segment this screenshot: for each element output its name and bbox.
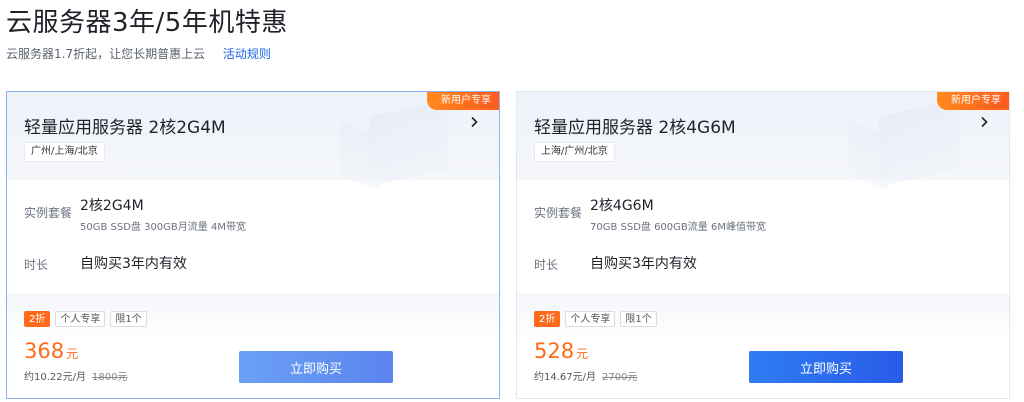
- subtitle-row: 云服务器1.7折起，让您长期普惠上云 活动规则: [6, 45, 271, 63]
- monthly-price: 约10.22元/月: [24, 372, 86, 383]
- rules-link[interactable]: 活动规则: [223, 47, 271, 61]
- chevron-right-icon[interactable]: [467, 115, 481, 129]
- price-amount: 528: [534, 339, 575, 363]
- decorative-illustration: [339, 98, 459, 191]
- spec-value: 2核4G6M: [590, 198, 654, 214]
- spec-value: 2核2G4M: [80, 198, 144, 214]
- price-subline: 约14.67元/月 2700元: [534, 368, 637, 383]
- duration-label: 时长: [24, 258, 49, 272]
- region-tag: 上海/广州/北京: [534, 142, 615, 162]
- subtitle-text: 云服务器1.7折起，让您长期普惠上云: [6, 47, 206, 61]
- product-card-1: 新用户专享 轻量应用服务器 2核2G4M 广州/上海/北京 实例套餐 2核2G4…: [6, 91, 500, 399]
- tag-list: 2折 个人专享 限1个: [24, 311, 147, 327]
- chevron-right-icon[interactable]: [977, 115, 991, 129]
- duration-label: 时长: [534, 258, 559, 272]
- product-name[interactable]: 轻量应用服务器 2核4G6M: [534, 113, 736, 138]
- region-tag: 广州/上海/北京: [24, 142, 105, 162]
- limit-tag: 限1个: [110, 311, 147, 327]
- spec-detail: 50GB SSD盘 300GB月流量 4M带宽: [80, 222, 246, 233]
- buy-button[interactable]: 立即购买: [239, 351, 393, 383]
- price-unit: 元: [576, 347, 589, 361]
- discount-tag: 2折: [24, 311, 51, 327]
- tag-list: 2折 个人专享 限1个: [534, 311, 657, 327]
- new-user-badge: 新用户专享: [937, 92, 1009, 110]
- duration-value: 自购买3年内有效: [80, 256, 187, 272]
- price-subline: 约10.22元/月 1800元: [24, 368, 127, 383]
- price-amount: 368: [24, 339, 65, 363]
- price-unit: 元: [66, 347, 79, 361]
- duration-value: 自购买3年内有效: [590, 256, 697, 272]
- product-name[interactable]: 轻量应用服务器 2核2G4M: [24, 113, 226, 138]
- buy-button[interactable]: 立即购买: [749, 351, 903, 383]
- original-price: 1800元: [92, 372, 128, 383]
- personal-tag: 个人专享: [565, 311, 616, 327]
- price: 528 元: [534, 339, 588, 363]
- page-title: 云服务器3年/5年机特惠: [6, 8, 288, 38]
- spec-label: 实例套餐: [24, 206, 73, 220]
- decorative-illustration: [849, 98, 969, 191]
- original-price: 2700元: [602, 372, 638, 383]
- limit-tag: 限1个: [620, 311, 657, 327]
- monthly-price: 约14.67元/月: [534, 372, 596, 383]
- price: 368 元: [24, 339, 78, 363]
- new-user-badge: 新用户专享: [427, 92, 499, 110]
- discount-tag: 2折: [534, 311, 561, 327]
- spec-label: 实例套餐: [534, 206, 583, 220]
- product-card-2: 新用户专享 轻量应用服务器 2核4G6M 上海/广州/北京 实例套餐 2核4G6…: [516, 91, 1010, 399]
- spec-detail: 70GB SSD盘 600GB流量 6M峰值带宽: [590, 222, 766, 233]
- personal-tag: 个人专享: [55, 311, 106, 327]
